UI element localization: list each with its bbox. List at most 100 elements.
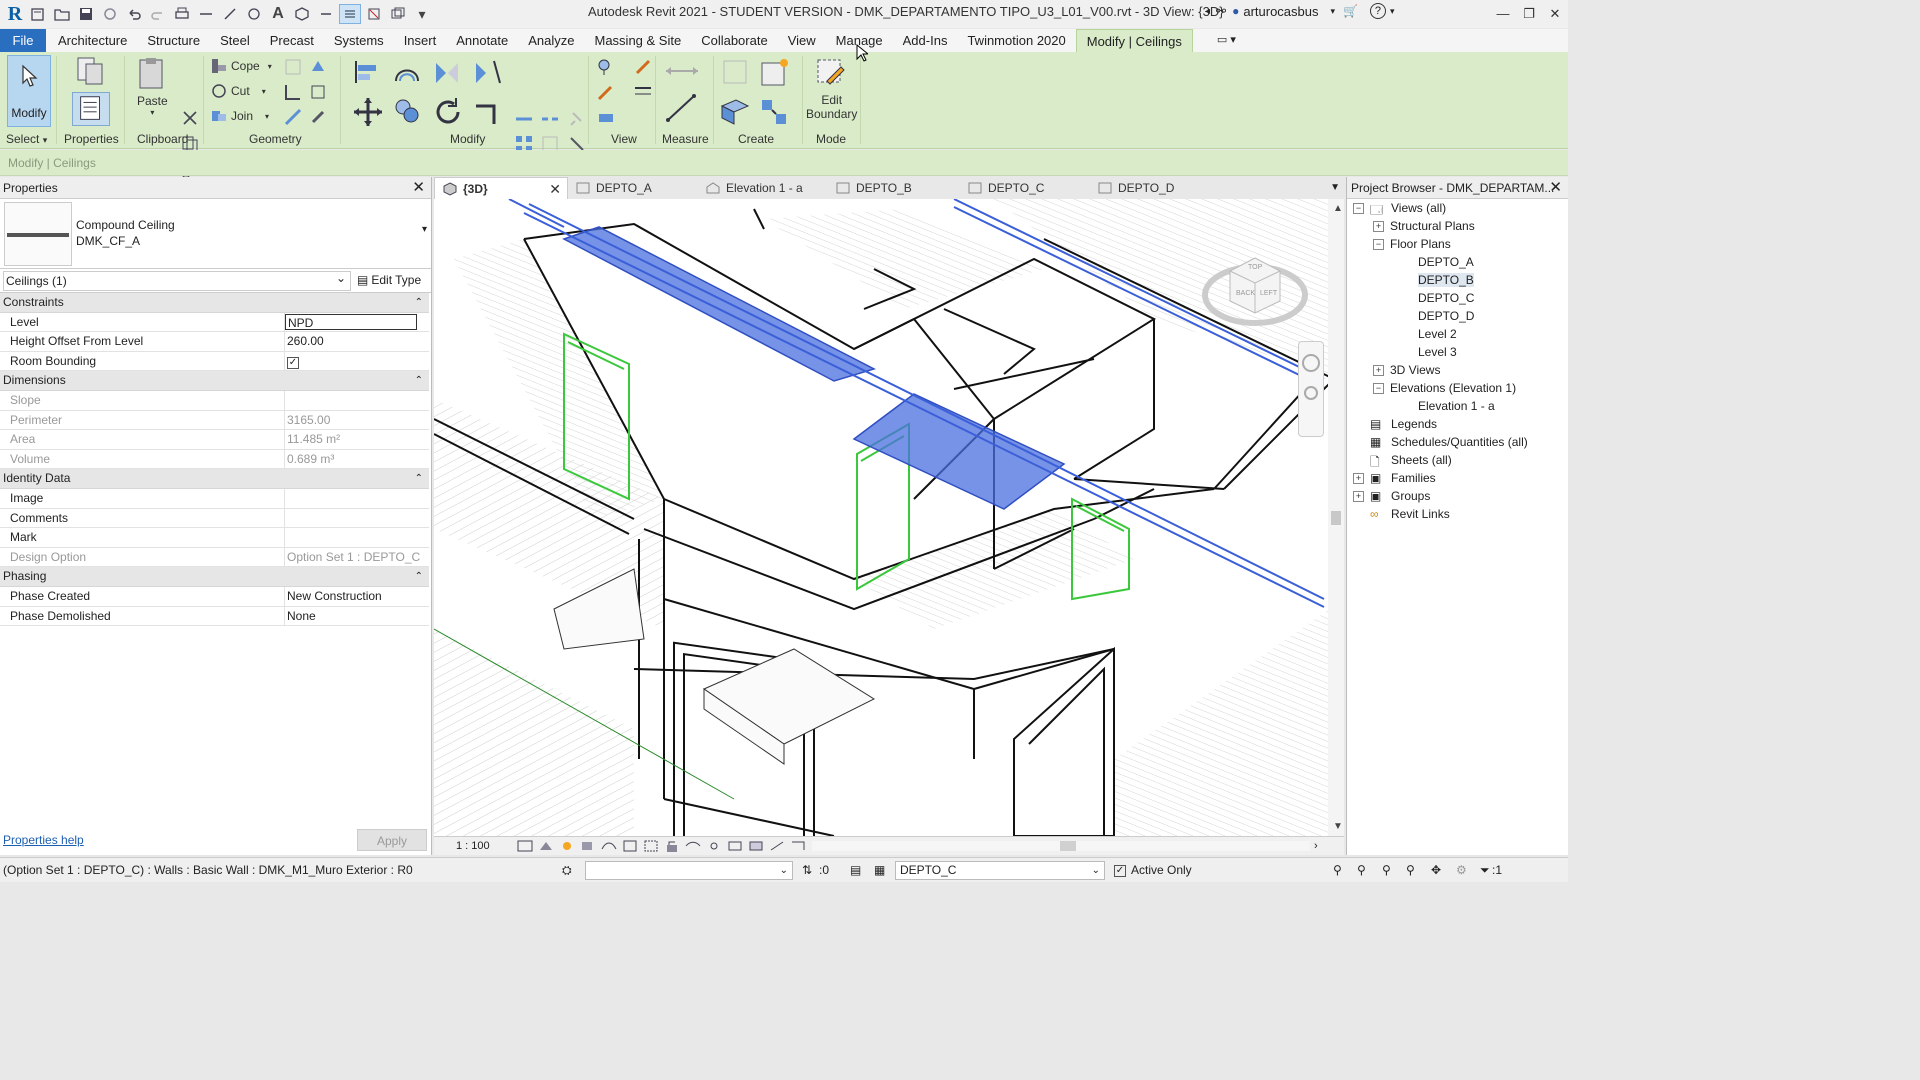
copy-element-icon[interactable] [392, 96, 422, 126]
view-cube[interactable]: TOP BACK LEFT [1200, 243, 1310, 333]
chevron-down-icon[interactable]: ▾ [1390, 6, 1395, 17]
crop-view-icon[interactable] [621, 839, 639, 853]
minimize-button[interactable]: — [1490, 3, 1516, 25]
tree-groups[interactable]: + ▣ Groups [1353, 489, 1430, 503]
modify-button[interactable]: Modify [7, 55, 51, 127]
apply-button[interactable]: Apply [357, 829, 427, 851]
tab-file[interactable]: File [0, 29, 46, 52]
3d-viewport[interactable]: ▲ ▼ TOP BACK LEFT [434, 199, 1344, 836]
image-field[interactable] [285, 489, 429, 508]
type-selector[interactable]: Compound Ceiling DMK_CF_A ▾ [0, 199, 431, 269]
select-links-icon[interactable]: ⚲ [1333, 863, 1342, 877]
remove-paint-icon[interactable] [308, 107, 328, 127]
tabs-menu-icon[interactable]: ▼ [1330, 177, 1340, 199]
mark-field[interactable] [285, 528, 429, 547]
close-hidden-icon[interactable] [363, 4, 385, 24]
override-graphics-icon[interactable] [633, 57, 653, 77]
tab-depto-a[interactable]: DEPTO_A [568, 177, 698, 199]
pin-icon[interactable] [567, 109, 587, 129]
beam-joins-icon[interactable] [283, 107, 303, 127]
username[interactable]: arturocasbus [1243, 4, 1318, 19]
properties-help-link[interactable]: Properties help [3, 833, 84, 847]
phase-created-field[interactable]: New Construction [285, 587, 429, 606]
background-process-icon[interactable]: ⚙ [1456, 863, 1467, 877]
tree-depto-b[interactable]: DEPTO_B [1418, 273, 1474, 287]
group-identity-data[interactable]: Identity Data ⌃ [0, 469, 429, 489]
customize-qat-icon[interactable]: ▾ [411, 4, 433, 24]
split-with-gap-icon[interactable] [540, 109, 560, 129]
tree-legends[interactable]: ▤ Legends [1370, 417, 1437, 431]
visual-style-icon[interactable] [537, 839, 555, 853]
measure-distance-icon[interactable] [664, 60, 700, 82]
tab-view[interactable]: View [778, 29, 826, 52]
expand-icon[interactable]: + [1353, 490, 1364, 502]
ribbon-minimize-icon[interactable]: ▭ ▾ [1207, 29, 1246, 52]
tree-sheets[interactable]: 🗋 Sheets (all) [1370, 453, 1452, 469]
hide-in-view-icon[interactable] [596, 57, 616, 77]
demolish-icon[interactable] [308, 82, 328, 102]
filter-icon[interactable]: ⏷ [1480, 863, 1490, 878]
select-pinned-icon[interactable]: ⚲ [1382, 863, 1391, 877]
tree-elevations[interactable]: − Elevations (Elevation 1) [1373, 381, 1516, 395]
save-icon[interactable] [75, 4, 97, 24]
height-offset-field[interactable]: 260.00 [285, 332, 429, 351]
tab-structure[interactable]: Structure [137, 29, 210, 52]
editable-only-icon[interactable]: ⇅ [802, 863, 812, 877]
undo-icon[interactable] [123, 4, 145, 24]
move-icon[interactable] [352, 96, 384, 128]
create-similar-icon[interactable] [758, 96, 790, 128]
chevron-left-icon[interactable]: ◂ [1205, 6, 1210, 17]
help-icon[interactable]: ? [1369, 3, 1386, 19]
tab-depto-d[interactable]: DEPTO_D [1090, 177, 1220, 199]
worksharing-icon[interactable] [726, 839, 744, 853]
tab-systems[interactable]: Systems [324, 29, 394, 52]
highlight-displacement-icon[interactable] [789, 839, 807, 853]
design-option-dropdown[interactable]: DEPTO_C ⌄ [895, 861, 1105, 880]
restore-button[interactable]: ❐ [1516, 3, 1542, 25]
cart-icon[interactable]: 🛒 [1343, 4, 1358, 18]
switch-windows-icon[interactable] [387, 4, 409, 24]
paint-icon[interactable] [308, 57, 328, 77]
align-icon[interactable] [352, 57, 382, 87]
close-icon[interactable]: ✕ [1549, 177, 1562, 199]
measure-icon[interactable] [195, 4, 217, 24]
shadows-icon[interactable] [579, 839, 597, 853]
group-phasing[interactable]: Phasing ⌃ [0, 567, 429, 587]
tree-elevation-1a[interactable]: Elevation 1 - a [1418, 399, 1495, 413]
mirror-draw-axis-icon[interactable] [472, 57, 502, 87]
tree-level-3[interactable]: Level 3 [1418, 345, 1457, 359]
design-options-manage-icon[interactable]: ▦ [874, 863, 885, 877]
linework-icon[interactable] [596, 82, 616, 102]
select-underlay-icon[interactable]: ⚲ [1357, 863, 1366, 877]
group-constraints[interactable]: Constraints ⌃ [0, 293, 429, 313]
tree-level-2[interactable]: Level 2 [1418, 327, 1457, 341]
sun-path-icon[interactable] [558, 839, 576, 853]
zoom-icon[interactable] [1304, 386, 1318, 400]
reveal-hidden-icon[interactable] [705, 839, 723, 853]
tree-depto-c[interactable]: DEPTO_C [1418, 291, 1474, 305]
section-icon[interactable] [315, 4, 337, 24]
tree-floor-plans[interactable]: − Floor Plans [1373, 237, 1451, 251]
tab-architecture[interactable]: Architecture [46, 29, 137, 52]
tag-icon[interactable] [243, 4, 265, 24]
trim-extend-icon[interactable] [472, 96, 504, 128]
group-dimensions[interactable]: Dimensions ⌃ [0, 371, 429, 391]
tab-steel[interactable]: Steel [210, 29, 260, 52]
tab-analyze[interactable]: Analyze [518, 29, 584, 52]
level-field[interactable]: NPD [285, 313, 417, 331]
3d-view-icon[interactable] [291, 4, 313, 24]
rotate-icon[interactable] [432, 96, 464, 128]
join-button[interactable]: Join ▾ [210, 107, 269, 125]
line-style-icon[interactable] [633, 82, 653, 102]
collapse-icon[interactable]: − [1373, 238, 1384, 250]
tab-insert[interactable]: Insert [394, 29, 447, 52]
tab-modify-ceilings[interactable]: Modify | Ceilings [1075, 29, 1193, 52]
drag-on-selection-icon[interactable]: ✥ [1431, 863, 1441, 877]
tab-add-ins[interactable]: Add-Ins [893, 29, 958, 52]
analytical-model-icon[interactable] [768, 839, 786, 853]
comments-field[interactable] [285, 509, 429, 528]
cut-geometry-button[interactable]: Cut ▾ [210, 82, 266, 100]
steering-wheel-icon[interactable] [1302, 354, 1320, 372]
instance-filter-dropdown[interactable]: Ceilings (1) [3, 269, 351, 291]
mirror-pick-axis-icon[interactable] [432, 57, 462, 87]
